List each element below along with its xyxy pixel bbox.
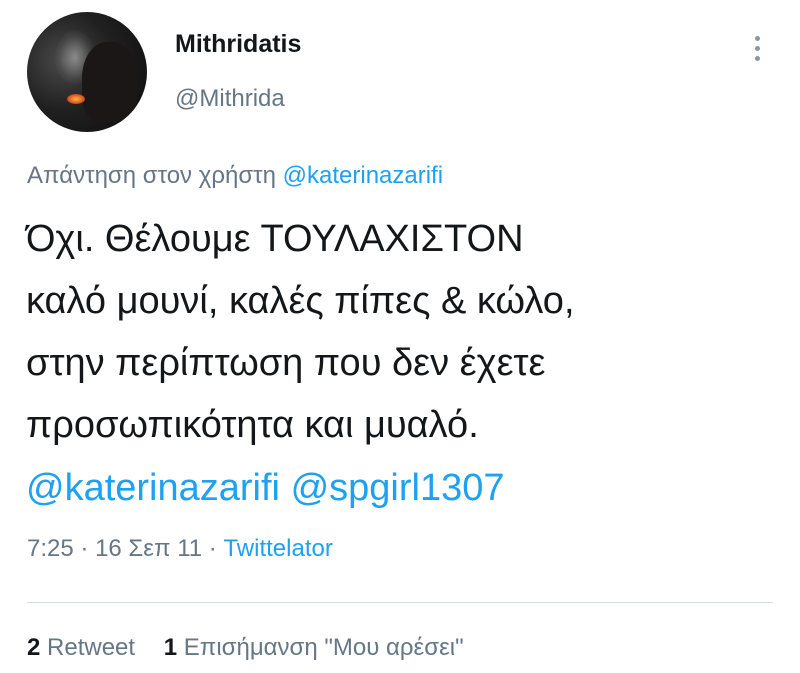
more-vertical-icon-dot-2 <box>754 45 760 51</box>
retweet-count: 2 <box>27 634 41 661</box>
reply-context: Απάντηση στον χρήστη @katerinazarifi <box>27 162 443 190</box>
tweet-date[interactable]: 16 Σεπ 11 <box>95 535 202 562</box>
meta-separator: · <box>208 535 217 562</box>
meta-separator: · <box>80 535 89 562</box>
tweet-mentions: @katerinazarifi @spgirl1307 <box>26 457 504 519</box>
avatar-figure <box>82 42 137 122</box>
retweet-label: Retweet <box>47 634 136 661</box>
tweet-text-line: Όχι. Θέλουμε ΤΟΥΛΑΧΙΣΤΟΝ <box>26 218 524 260</box>
mention-link[interactable]: @katerinazarifi <box>26 467 280 509</box>
tweet-text: Όχι. Θέλουμε ΤΟΥΛΑΧΙΣΤΟΝ καλό μουνί, καλ… <box>26 208 786 456</box>
like-label: Επισήμανση "Μου αρέσει" <box>183 634 464 661</box>
author-display-name[interactable]: Mithridatis <box>175 30 301 59</box>
retweet-stat[interactable]: 2 Retweet <box>27 634 142 661</box>
tweet-text-line: καλό μουνί, καλές πίπες & κώλο, <box>26 280 575 322</box>
more-vertical-icon-dot-3 <box>754 55 760 61</box>
tweet-card: Mithridatis @Mithrida Απάντηση στον χρήσ… <box>0 0 800 673</box>
reply-context-prefix: Απάντηση στον χρήστη <box>27 162 276 189</box>
tweet-meta: 7:25 · 16 Σεπ 11 · Twittelator <box>27 535 333 563</box>
reply-context-mention[interactable]: @katerinazarifi <box>283 162 443 189</box>
divider <box>27 602 773 603</box>
tweet-time[interactable]: 7:25 <box>27 535 74 562</box>
avatar[interactable] <box>27 12 147 132</box>
tweet-stats: 2 Retweet 1 Επισήμανση "Μου αρέσει" <box>27 634 464 662</box>
like-count: 1 <box>163 634 178 661</box>
like-stat[interactable]: 1 Επισήμανση "Μου αρέσει" <box>164 634 464 661</box>
avatar-cigarette-ember <box>67 94 85 104</box>
tweet-source-link[interactable]: Twittelator <box>223 535 332 562</box>
more-vertical-icon <box>754 35 760 41</box>
more-options-button[interactable] <box>742 26 772 70</box>
mention-link[interactable]: @spgirl1307 <box>291 467 505 509</box>
tweet-text-line: στην περίπτωση που δεν έχετε <box>26 342 546 384</box>
author-handle[interactable]: @Mithrida <box>175 85 285 113</box>
tweet-text-line: προσωπικότητα και μυαλό. <box>26 404 479 446</box>
